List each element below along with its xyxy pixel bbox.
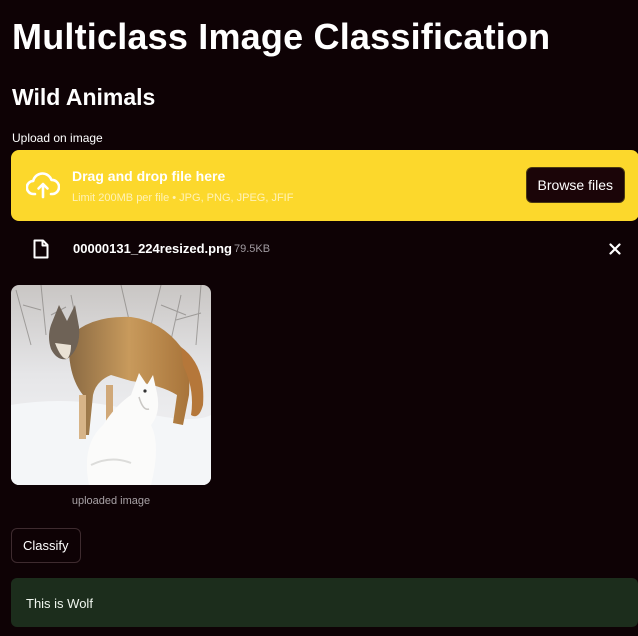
upload-label: Upload on image — [12, 131, 103, 145]
page-title: Multiclass Image Classification — [12, 16, 551, 57]
uploaded-image — [11, 285, 211, 485]
browse-files-button[interactable]: Browse files — [525, 167, 625, 203]
result-alert: This is Wolf — [11, 578, 638, 627]
image-caption: uploaded image — [71, 495, 151, 507]
dropzone-limit-text: Limit 200MB per file • JPG, PNG, JPEG, J… — [72, 192, 294, 204]
close-icon[interactable] — [609, 243, 621, 255]
dropzone-title: Drag and drop file here — [72, 168, 226, 184]
file-name: 00000131_224resized.png — [73, 241, 232, 256]
file-dropzone[interactable]: Drag and drop file here Limit 200MB per … — [11, 150, 638, 221]
classify-button[interactable]: Classify — [11, 528, 81, 563]
cloud-upload-icon — [26, 172, 60, 199]
result-text: This is Wolf — [26, 596, 93, 611]
uploaded-file-row: 00000131_224resized.png 79.5KB — [0, 234, 638, 264]
page-subtitle: Wild Animals — [12, 84, 156, 110]
file-size: 79.5KB — [234, 243, 271, 255]
file-icon — [33, 239, 49, 259]
